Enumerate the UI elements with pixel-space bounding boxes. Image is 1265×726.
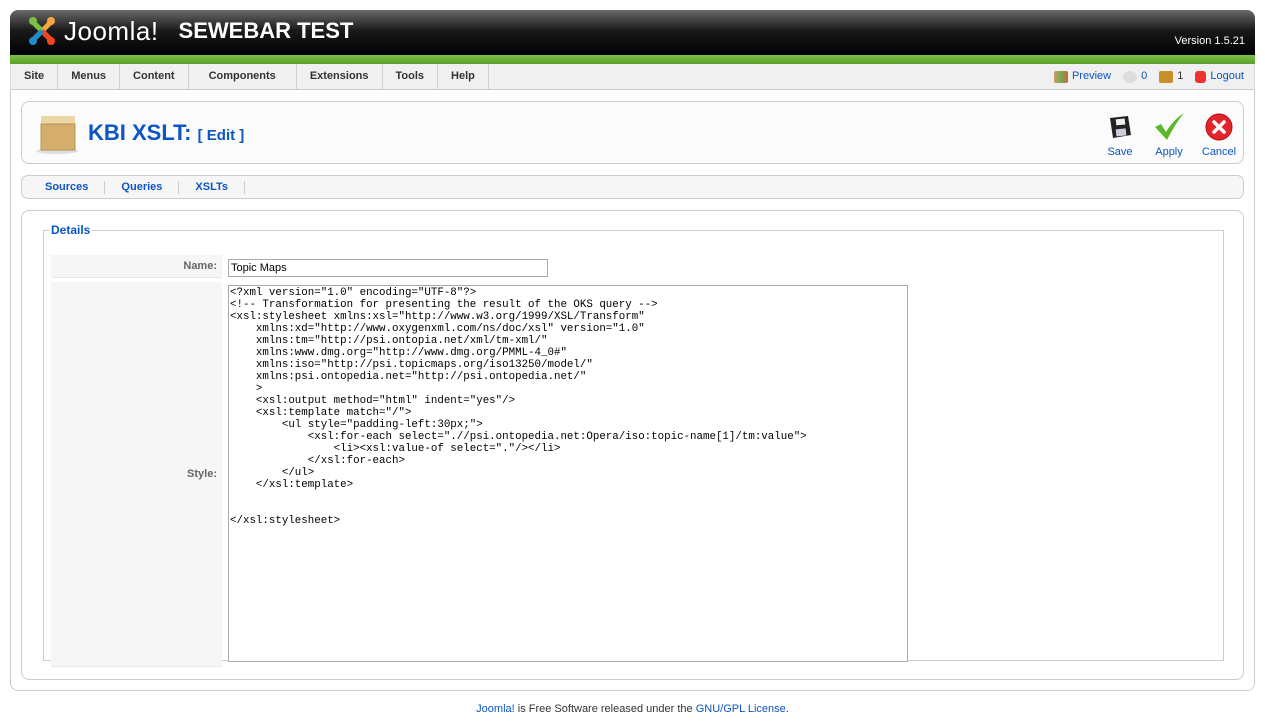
menu-extensions[interactable]: Extensions <box>297 64 383 89</box>
footer: Joomla! is Free Software released under … <box>476 703 789 715</box>
users-icon <box>1159 70 1174 83</box>
menu-components[interactable]: Components <box>189 64 297 89</box>
menu-menus[interactable]: Menus <box>58 64 121 89</box>
users-online: 1 <box>1159 70 1183 83</box>
green-stripe <box>10 55 1255 64</box>
logout-link[interactable]: Logout <box>1195 70 1244 83</box>
header-bar: Joomla! SEWEBAR TEST Version 1.5.21 <box>10 10 1255 55</box>
license-link[interactable]: GNU/GPL License <box>696 703 786 715</box>
preview-icon <box>1053 70 1068 83</box>
joomla-link[interactable]: Joomla! <box>476 703 515 715</box>
name-label: Name: <box>51 255 222 278</box>
menu-help[interactable]: Help <box>438 64 489 89</box>
style-textarea[interactable]: <?xml version="1.0" encoding="UTF-8"?> <… <box>228 285 908 662</box>
details-legend: Details <box>51 223 91 237</box>
cancel-icon <box>1205 113 1233 141</box>
envelope-icon <box>1123 70 1138 83</box>
menu-site[interactable]: Site <box>11 64 59 89</box>
preview-link[interactable]: Preview <box>1053 70 1111 83</box>
cancel-button[interactable]: Cancel <box>1197 112 1241 158</box>
messages-link[interactable]: 0 <box>1123 70 1147 83</box>
submenu-xslts[interactable]: XSLTs <box>179 181 245 194</box>
submenu-sources[interactable]: Sources <box>22 181 106 194</box>
version-text: Version 1.5.21 <box>1174 35 1245 47</box>
save-button[interactable]: Save <box>1098 112 1142 158</box>
checkmark-icon <box>1155 113 1184 140</box>
content-panel: Details Name: Style: <?xml version="1.0"… <box>21 210 1244 680</box>
joomla-logo: Joomla! SEWEBAR TEST <box>26 15 353 47</box>
submenu: Sources Queries XSLTs <box>21 175 1244 199</box>
floppy-disk-icon <box>1110 116 1131 138</box>
details-fieldset: Details Name: Style: <?xml version="1.0"… <box>43 223 1224 667</box>
name-input[interactable] <box>228 259 548 277</box>
menu-content[interactable]: Content <box>120 64 189 89</box>
page-subtitle: [ Edit ] <box>197 127 245 144</box>
submenu-queries[interactable]: Queries <box>105 181 180 194</box>
apply-button[interactable]: Apply <box>1147 112 1191 158</box>
brand-text: Joomla! <box>64 15 159 46</box>
joomla-logo-icon <box>29 17 55 45</box>
style-label: Style: <box>51 282 222 667</box>
page-title: KBI XSLT: [ Edit ] <box>88 120 245 145</box>
toolbar: KBI XSLT: [ Edit ] Save Apply Cancel <box>21 101 1244 164</box>
main-menu: Site Menus Content Components Extensions… <box>10 64 1255 90</box>
logout-icon <box>1195 70 1207 83</box>
menu-tools[interactable]: Tools <box>383 64 439 89</box>
package-icon <box>36 116 78 154</box>
status-bar: Preview 0 1 Logout <box>1053 64 1244 89</box>
site-name: SEWEBAR TEST <box>178 18 354 43</box>
